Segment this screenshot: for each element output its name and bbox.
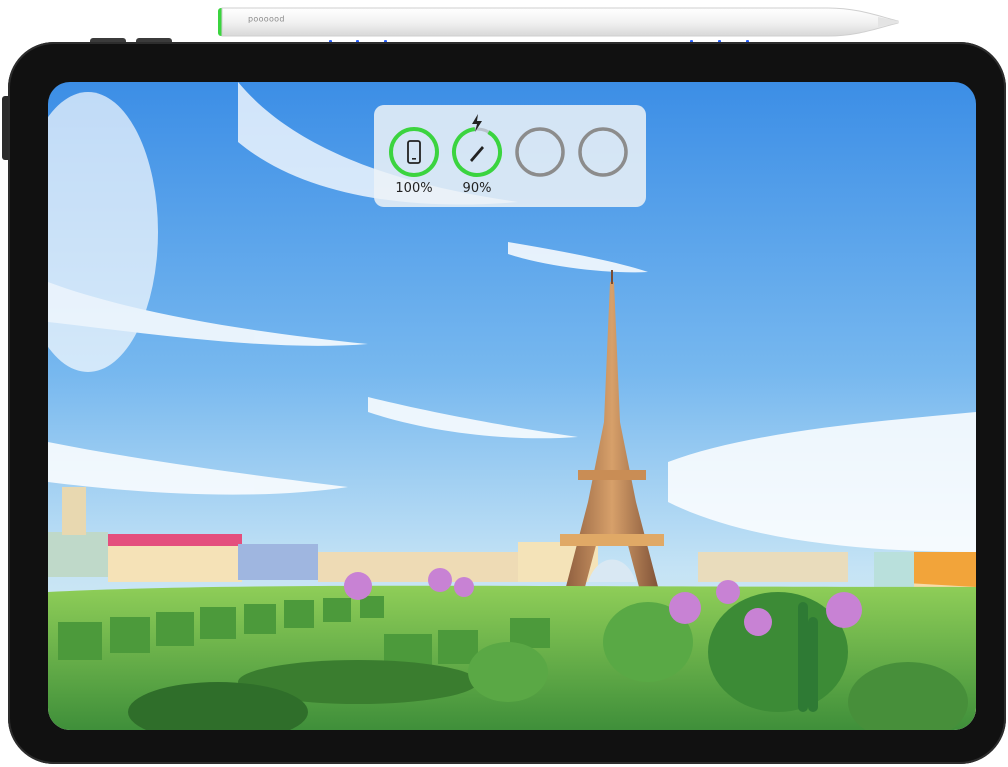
- stylus-brand-label: boooooq: [248, 15, 285, 24]
- battery-widget: 100% 90%: [374, 105, 646, 207]
- battery-ring-tablet: [388, 126, 440, 178]
- tablet-icon: [407, 140, 421, 164]
- pencil-icon: [470, 146, 484, 162]
- charging-bolt-icon: [472, 114, 482, 132]
- stylus-pencil: boooooq: [218, 6, 900, 38]
- battery-ring-empty-slot: [514, 126, 566, 178]
- stylus-body-graphic: [218, 7, 899, 37]
- battery-percent-tablet: 100%: [395, 181, 433, 196]
- battery-ring-pencil: [451, 114, 503, 178]
- battery-ring-empty-slot: [577, 126, 629, 178]
- battery-percent-pencil: 90%: [462, 181, 492, 196]
